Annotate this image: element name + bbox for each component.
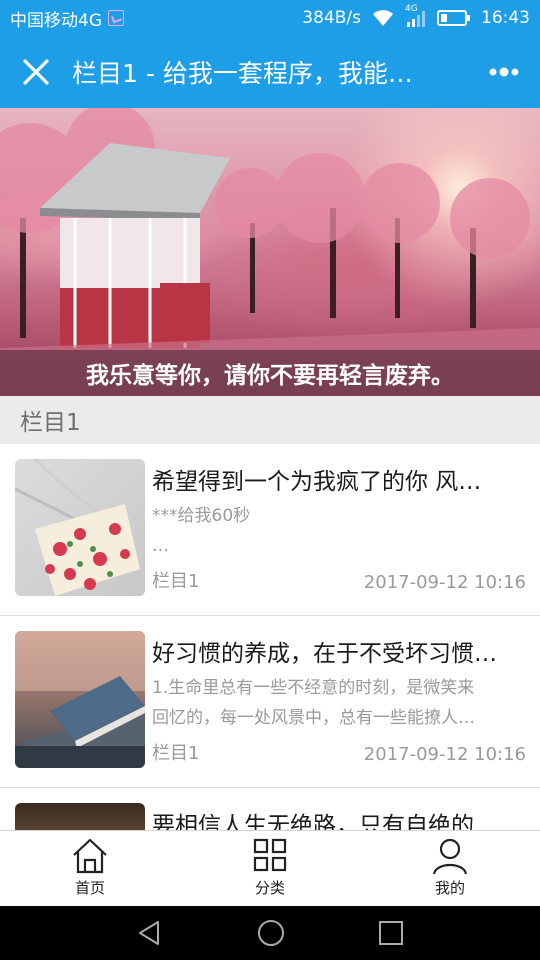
section-header: 栏目1 <box>0 396 540 444</box>
article-item[interactable]: 希望得到一个为我疯了的你 风… ***给我60秒 … 栏目1 2017-09-1… <box>0 444 540 616</box>
article-thumbnail <box>15 459 145 596</box>
article-category: 栏目1 <box>152 743 200 764</box>
banner-caption: 我乐意等你，请你不要再轻言废弃。 <box>0 350 540 396</box>
battery-icon <box>437 10 470 26</box>
close-button[interactable] <box>0 36 72 108</box>
article-title[interactable]: 好习惯的养成，在于不受坏习惯… <box>152 634 524 668</box>
article-summary: 1.生命里总有一些不经意的时刻，是微笑来 回忆的，每一处风景中，总有一些能撩人… <box>152 673 522 733</box>
article-summary-line: 1.生命里总有一些不经意的时刻，是微笑来 <box>152 678 475 698</box>
status-bar: 中国移动4G 384B/s 4G 16:43 <box>0 0 540 36</box>
banner-carousel[interactable]: 我乐意等你，请你不要再轻言废弃。 <box>0 108 540 396</box>
close-icon <box>23 59 49 85</box>
sim-icon <box>108 10 124 26</box>
network-speed: 384B/s <box>302 8 361 28</box>
more-button[interactable] <box>468 36 540 108</box>
article-time: 2017-09-12 10:16 <box>363 572 526 593</box>
signal-icon: 4G <box>405 4 427 28</box>
article-time: 2017-09-12 10:16 <box>363 744 526 765</box>
nav-bar: 栏目1 - 给我一套程序，我能… <box>0 36 540 108</box>
tab-home[interactable]: 首页 <box>0 831 180 906</box>
system-nav-bar <box>0 906 540 960</box>
article-summary: ***给我60秒 … <box>152 501 522 561</box>
article-summary-line: 回忆的，每一处风景中，总有一些能撩人… <box>152 708 475 728</box>
tab-mine[interactable]: 我的 <box>360 831 540 906</box>
clock: 16:43 <box>481 8 530 28</box>
tab-category[interactable]: 分类 <box>180 831 360 906</box>
tab-label: 我的 <box>434 879 465 897</box>
grid-icon <box>253 838 287 872</box>
recents-icon[interactable] <box>378 920 404 946</box>
tab-label: 分类 <box>254 879 285 897</box>
article-title[interactable]: 希望得到一个为我疯了的你 风… <box>152 462 524 496</box>
user-icon <box>432 838 468 875</box>
home-circle-icon[interactable] <box>256 918 286 948</box>
page-title: 栏目1 - 给我一套程序，我能… <box>72 59 413 88</box>
more-dots-icon <box>489 67 519 77</box>
article-thumbnail <box>15 631 145 768</box>
carrier-label: 中国移动4G <box>10 10 102 31</box>
article-summary-line: ***给我60秒 <box>152 506 251 526</box>
tab-label: 首页 <box>74 879 105 897</box>
home-icon <box>73 838 107 874</box>
tab-bar: 首页 分类 我的 <box>0 830 540 906</box>
wifi-icon <box>373 10 393 26</box>
article-summary-line: … <box>152 536 169 556</box>
article-category: 栏目1 <box>152 571 200 592</box>
article-item[interactable]: 好习惯的养成，在于不受坏习惯… 1.生命里总有一些不经意的时刻，是微笑来 回忆的… <box>0 616 540 788</box>
back-icon[interactable] <box>136 919 164 947</box>
